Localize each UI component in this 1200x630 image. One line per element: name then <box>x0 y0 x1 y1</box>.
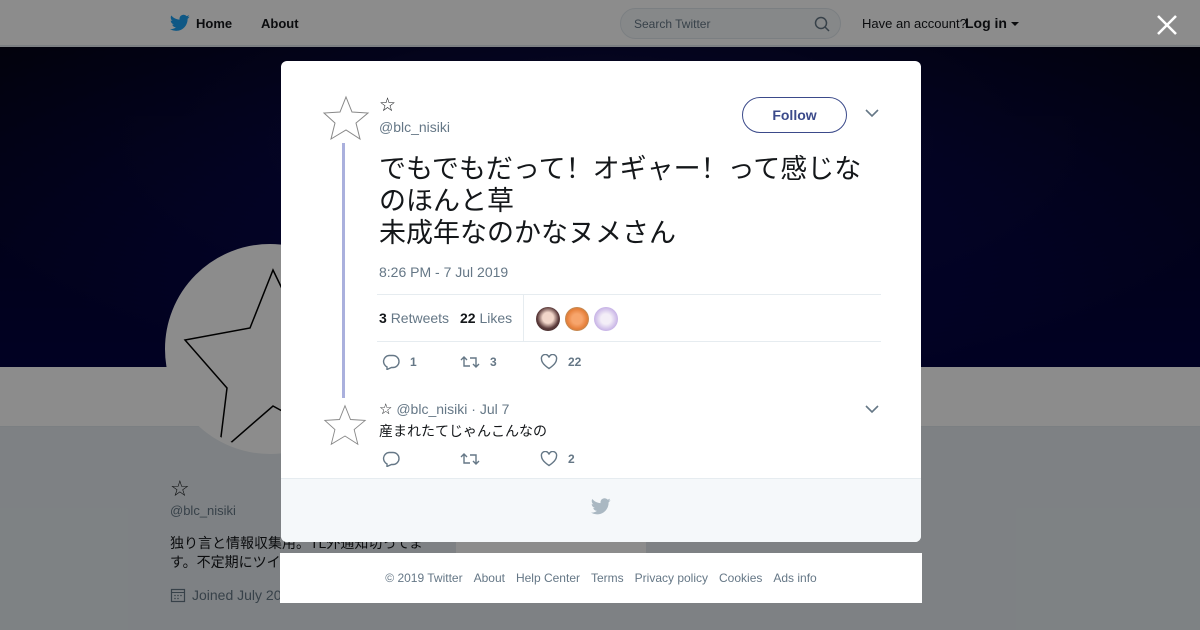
reply-action[interactable]: 1 <box>382 354 417 370</box>
twitter-bird-icon[interactable] <box>591 498 611 515</box>
like-icon <box>540 451 558 467</box>
reply-header: ☆ @blc_nisiki · Jul 7 <box>379 400 509 418</box>
footer-link-privacy[interactable]: Privacy policy <box>635 571 708 585</box>
reply-like-count: 2 <box>568 452 575 466</box>
reply-author-name[interactable]: ☆ <box>379 401 392 418</box>
like-action[interactable]: 22 <box>540 354 581 370</box>
footer-copyright: © 2019 Twitter <box>385 571 463 585</box>
tweet-author-handle[interactable]: @blc_nisiki <box>379 119 450 135</box>
reply-icon <box>382 354 400 370</box>
liker-avatar[interactable] <box>565 307 589 331</box>
reply-date[interactable]: Jul 7 <box>480 401 510 417</box>
chevron-down-icon[interactable] <box>865 404 879 414</box>
like-icon <box>540 354 558 370</box>
retweets-stat[interactable]: 3 Retweets <box>379 310 449 326</box>
reply-retweet-action[interactable] <box>460 451 480 467</box>
star-avatar-icon[interactable] <box>323 403 367 447</box>
star-avatar-icon[interactable] <box>322 94 370 142</box>
close-icon[interactable] <box>1154 12 1180 38</box>
retweet-icon <box>460 453 480 465</box>
reply-text: 産まれたてじゃんこんなの <box>379 423 547 439</box>
reply-reply-action[interactable] <box>382 451 400 467</box>
retweets-label: Retweets <box>390 310 450 326</box>
footer-link-ads-info[interactable]: Ads info <box>773 571 816 585</box>
retweet-action[interactable]: 3 <box>460 354 497 370</box>
modal-footer <box>281 478 921 542</box>
tweet-stats: 3 Retweets 22 Likes <box>377 294 881 342</box>
reply-count: 1 <box>410 355 417 369</box>
retweets-count: 3 <box>379 310 387 326</box>
footer-link-help-center[interactable]: Help Center <box>516 571 580 585</box>
reply-separator: · <box>471 401 476 417</box>
reply-author-handle[interactable]: @blc_nisiki <box>396 401 467 417</box>
tweet-modal: ☆ @blc_nisiki Follow でもでもだって！オギャー！って感じなの… <box>281 61 921 542</box>
reply-icon <box>382 451 400 467</box>
footer-link-about[interactable]: About <box>474 571 505 585</box>
retweet-icon <box>460 356 480 368</box>
tweet-author-name[interactable]: ☆ <box>379 94 396 117</box>
page-footer: © 2019 Twitter About Help Center Terms P… <box>280 553 922 603</box>
footer-link-cookies[interactable]: Cookies <box>719 571 762 585</box>
footer-link-terms[interactable]: Terms <box>591 571 624 585</box>
tweet-text: でもでもだって！オギャー！って感じなのほんと草 未成年なのかなヌメさん <box>379 154 862 248</box>
thread-line <box>342 143 345 398</box>
likes-count: 22 <box>460 310 476 326</box>
stats-divider <box>523 295 524 342</box>
likes-stat[interactable]: 22 Likes <box>460 310 512 326</box>
chevron-down-icon[interactable] <box>865 108 879 118</box>
liker-avatar[interactable] <box>594 307 618 331</box>
reply-like-action[interactable]: 2 <box>540 451 575 467</box>
retweet-count: 3 <box>490 355 497 369</box>
tweet-timestamp[interactable]: 8:26 PM - 7 Jul 2019 <box>379 264 508 280</box>
follow-button[interactable]: Follow <box>742 97 847 133</box>
like-count: 22 <box>568 355 582 369</box>
likes-label: Likes <box>479 310 513 326</box>
liker-avatar[interactable] <box>536 307 560 331</box>
